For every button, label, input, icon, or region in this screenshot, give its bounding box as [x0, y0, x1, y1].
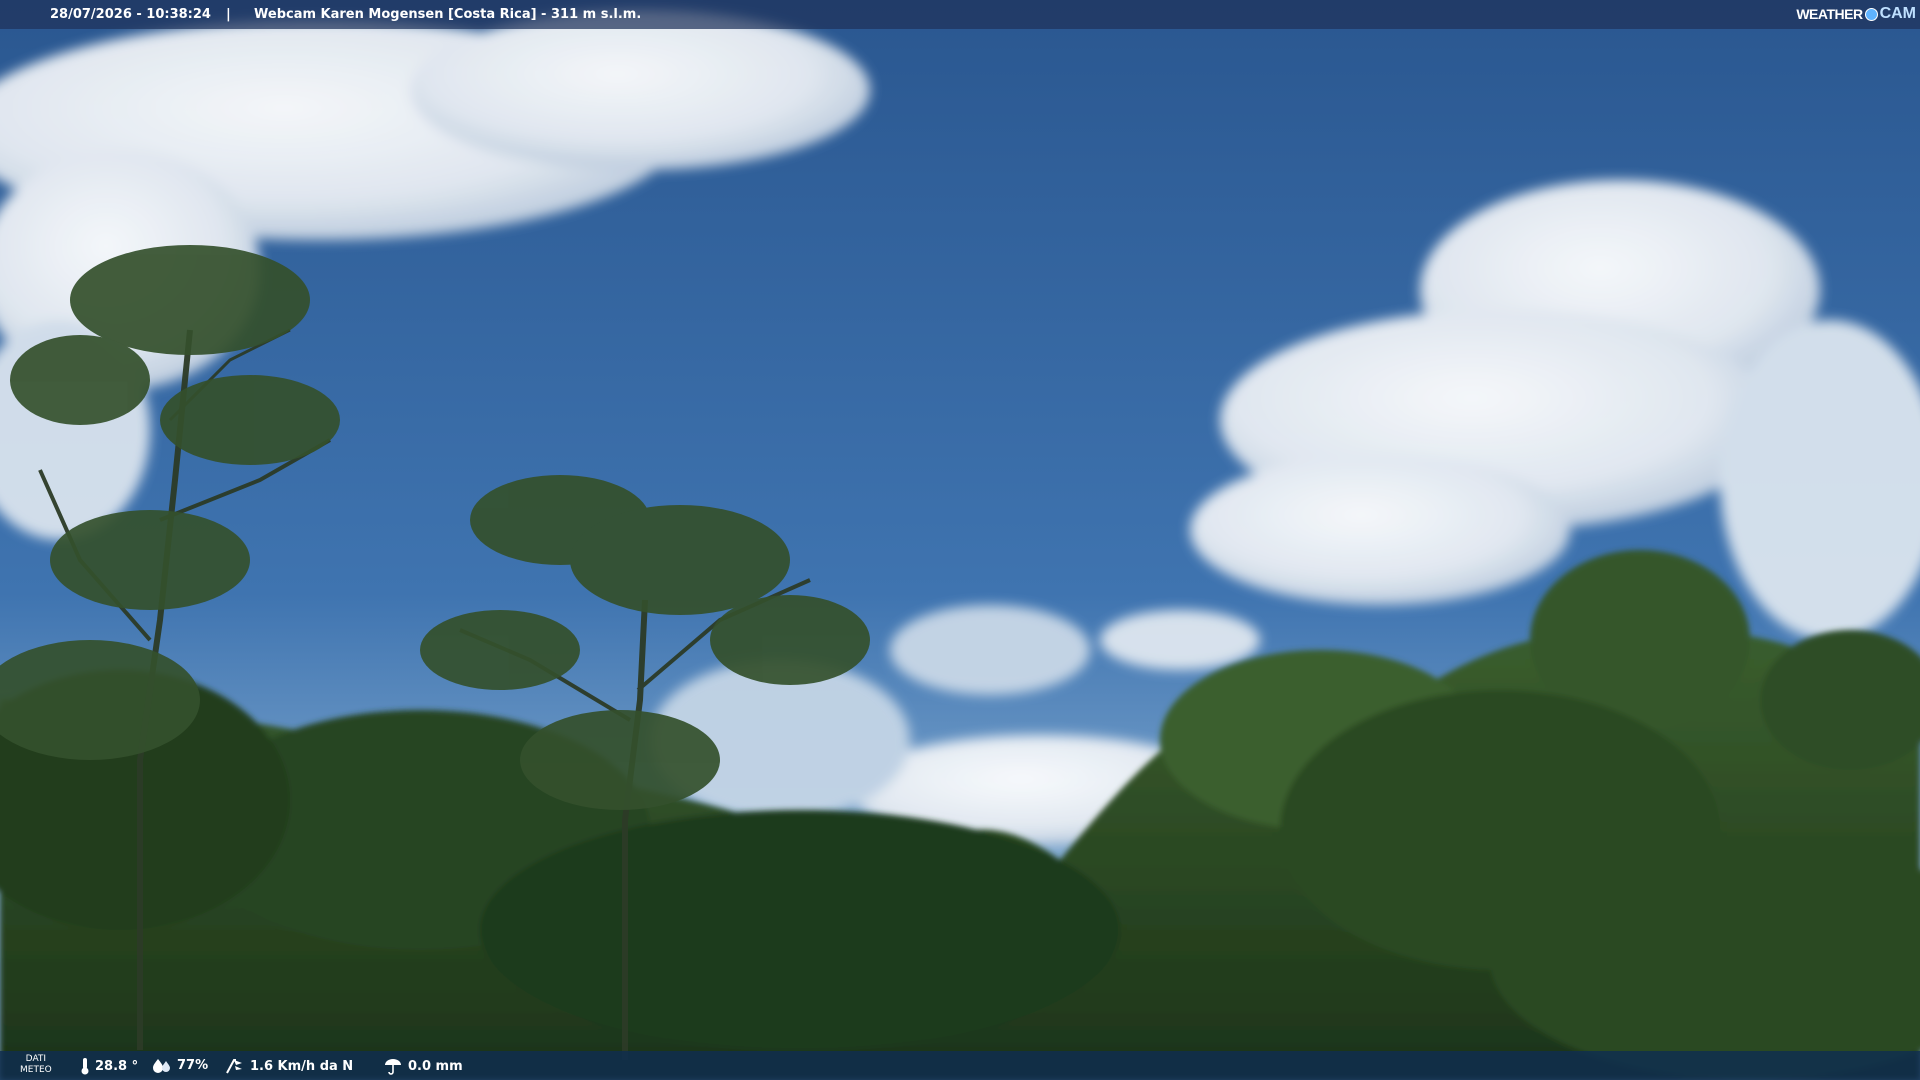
rain-value: 0.0 mm	[408, 1058, 463, 1074]
thermometer-icon	[81, 1058, 89, 1075]
humidity-value: 77%	[177, 1057, 209, 1073]
logo-globe-icon	[1864, 7, 1878, 21]
temperature-value: 28.8 °	[95, 1058, 139, 1074]
timestamp: 28/07/2026 - 10:38:24	[50, 7, 211, 22]
logo-word: WEATHER	[1796, 6, 1863, 22]
header-separator: |	[226, 7, 231, 22]
logo-cam: CAM	[1879, 5, 1916, 22]
rain-stat: 0.0 mm	[383, 1057, 463, 1075]
rain-icon	[385, 1059, 401, 1075]
humidity-drop-icon	[153, 1059, 170, 1073]
temperature-stat: 28.8 °	[80, 1057, 138, 1075]
wind-value: 1.6 Km/h da N	[250, 1058, 354, 1074]
weather-data-bar: DATI METEO 28.8 ° 77% 1.6 Km/h da N 0.0 …	[0, 1051, 1920, 1080]
weathercam-logo: WEATHER CAM	[1796, 4, 1916, 24]
meteo-label: DATI METEO	[20, 1054, 52, 1075]
webcam-scene	[0, 0, 1920, 1080]
header-bar: 28/07/2026 - 10:38:24 | Webcam Karen Mog…	[0, 0, 1920, 29]
wind-stat: 1.6 Km/h da N	[225, 1057, 353, 1075]
wind-icon	[226, 1059, 242, 1074]
humidity-stat: 77%	[152, 1057, 208, 1073]
webcam-title: Webcam Karen Mogensen [Costa Rica] - 311…	[254, 7, 642, 22]
